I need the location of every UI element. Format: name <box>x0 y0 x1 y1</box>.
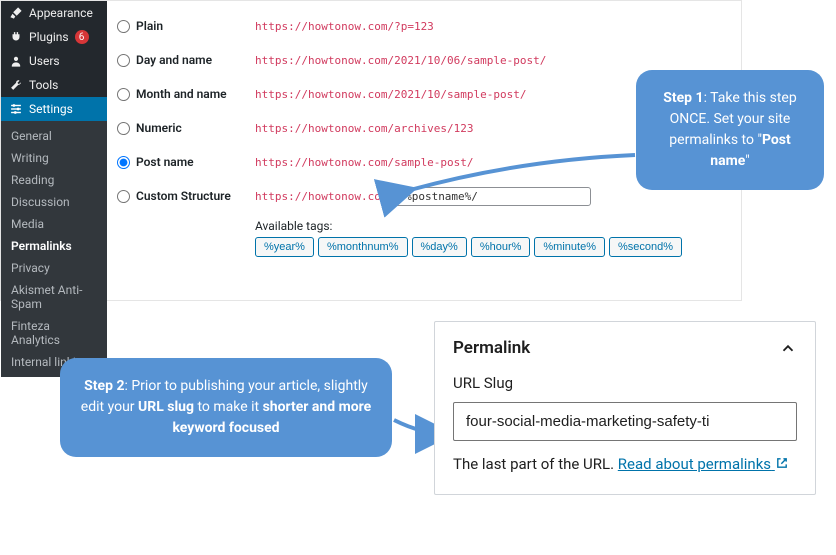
available-tags: %year% %monthnum% %day% %hour% %minute% … <box>255 237 725 257</box>
available-tags-label: Available tags: <box>255 219 725 233</box>
panel-header[interactable]: Permalink <box>453 338 797 358</box>
permalink-help-text: The last part of the URL. Read about per… <box>453 453 797 476</box>
sidebar-label: Appearance <box>29 6 93 20</box>
submenu-general[interactable]: General <box>1 125 107 147</box>
option-month-row: Month and name https://howtonow.com/2021… <box>115 77 725 111</box>
sidebar-item-tools[interactable]: Tools <box>1 73 107 97</box>
option-custom-row: Custom Structure https://howtonow.com /%… <box>115 179 725 213</box>
radio-plain[interactable] <box>117 20 130 33</box>
radio-label: Numeric <box>136 121 182 135</box>
url-slug-label: URL Slug <box>453 374 797 392</box>
callout-strong: Step 2 <box>84 378 124 394</box>
option-numeric[interactable]: Numeric <box>115 121 255 135</box>
callout-step-1: Step 1: Take this step ONCE. Set your si… <box>636 70 824 190</box>
user-icon <box>9 54 23 68</box>
wrench-icon <box>9 78 23 92</box>
callout-strong: URL slug <box>138 399 194 415</box>
option-day-row: Day and name https://howtonow.com/2021/1… <box>115 43 725 77</box>
external-link-icon <box>775 454 789 468</box>
submenu-permalinks[interactable]: Permalinks <box>1 235 107 257</box>
radio-label: Custom Structure <box>136 189 231 203</box>
url-sample: https://howtonow.com/2021/10/06/sample-p… <box>255 54 546 67</box>
url-base: https://howtonow.com <box>255 190 387 203</box>
settings-submenu: General Writing Reading Discussion Media… <box>1 121 107 377</box>
radio-numeric[interactable] <box>117 122 130 135</box>
panel-title: Permalink <box>453 338 530 358</box>
option-numeric-row: Numeric https://howtonow.com/archives/12… <box>115 111 725 145</box>
radio-label: Post name <box>136 155 194 169</box>
help-text: The last part of the URL. <box>453 455 618 473</box>
callout-text: " <box>745 153 749 169</box>
submenu-akismet[interactable]: Akismet Anti-Spam <box>1 279 107 315</box>
submenu-privacy[interactable]: Privacy <box>1 257 107 279</box>
sidebar-label: Settings <box>29 102 73 116</box>
callout-text: to make it <box>194 399 263 415</box>
sliders-icon <box>9 102 23 116</box>
custom-structure-input[interactable]: /%postname%/ <box>391 187 591 206</box>
chevron-up-icon <box>779 339 797 357</box>
option-custom[interactable]: Custom Structure <box>115 189 255 203</box>
plug-icon <box>9 30 23 44</box>
option-post-name[interactable]: Post name <box>115 155 255 169</box>
radio-label: Day and name <box>136 53 212 67</box>
sidebar-label: Users <box>29 54 60 68</box>
option-month-and-name[interactable]: Month and name <box>115 87 255 101</box>
read-about-permalinks-link[interactable]: Read about permalinks <box>618 455 789 473</box>
option-day-and-name[interactable]: Day and name <box>115 53 255 67</box>
sidebar-item-plugins[interactable]: Plugins 6 <box>1 25 107 49</box>
option-postname-row: Post name https://howtonow.com/sample-po… <box>115 145 725 179</box>
callout-step-2: Step 2: Prior to publishing your article… <box>60 358 392 457</box>
radio-custom[interactable] <box>117 190 130 203</box>
option-plain[interactable]: Plain <box>115 19 255 33</box>
sidebar-label: Tools <box>29 78 58 92</box>
admin-sidebar: Appearance Plugins 6 Users Tools Setting… <box>1 1 107 300</box>
tag-hour[interactable]: %hour% <box>471 237 531 257</box>
submenu-finteza[interactable]: Finteza Analytics <box>1 315 107 351</box>
brush-icon <box>9 6 23 20</box>
submenu-media[interactable]: Media <box>1 213 107 235</box>
sidebar-item-settings[interactable]: Settings <box>1 97 107 121</box>
wp-admin-panel: Appearance Plugins 6 Users Tools Setting… <box>0 0 742 301</box>
update-badge: 6 <box>75 30 89 44</box>
submenu-discussion[interactable]: Discussion <box>1 191 107 213</box>
tag-minute[interactable]: %minute% <box>534 237 605 257</box>
radio-month[interactable] <box>117 88 130 101</box>
radio-postname[interactable] <box>117 156 130 169</box>
submenu-reading[interactable]: Reading <box>1 169 107 191</box>
radio-label: Plain <box>136 19 163 33</box>
radio-day[interactable] <box>117 54 130 67</box>
url-sample: https://howtonow.com/sample-post/ <box>255 156 474 169</box>
tag-monthnum[interactable]: %monthnum% <box>318 237 408 257</box>
callout-strong: Step 1 <box>663 90 703 106</box>
tag-day[interactable]: %day% <box>412 237 467 257</box>
url-sample: https://howtonow.com/archives/123 <box>255 122 474 135</box>
permalink-editor-panel: Permalink URL Slug The last part of the … <box>434 321 816 495</box>
tag-second[interactable]: %second% <box>609 237 682 257</box>
radio-label: Month and name <box>136 87 227 101</box>
url-sample: https://howtonow.com/2021/10/sample-post… <box>255 88 527 101</box>
url-sample: https://howtonow.com/?p=123 <box>255 20 434 33</box>
sidebar-item-appearance[interactable]: Appearance <box>1 1 107 25</box>
tag-year[interactable]: %year% <box>255 237 314 257</box>
submenu-writing[interactable]: Writing <box>1 147 107 169</box>
url-slug-input[interactable] <box>453 402 797 441</box>
option-plain-row: Plain https://howtonow.com/?p=123 <box>115 9 725 43</box>
sidebar-item-users[interactable]: Users <box>1 49 107 73</box>
sidebar-label: Plugins <box>29 30 69 44</box>
